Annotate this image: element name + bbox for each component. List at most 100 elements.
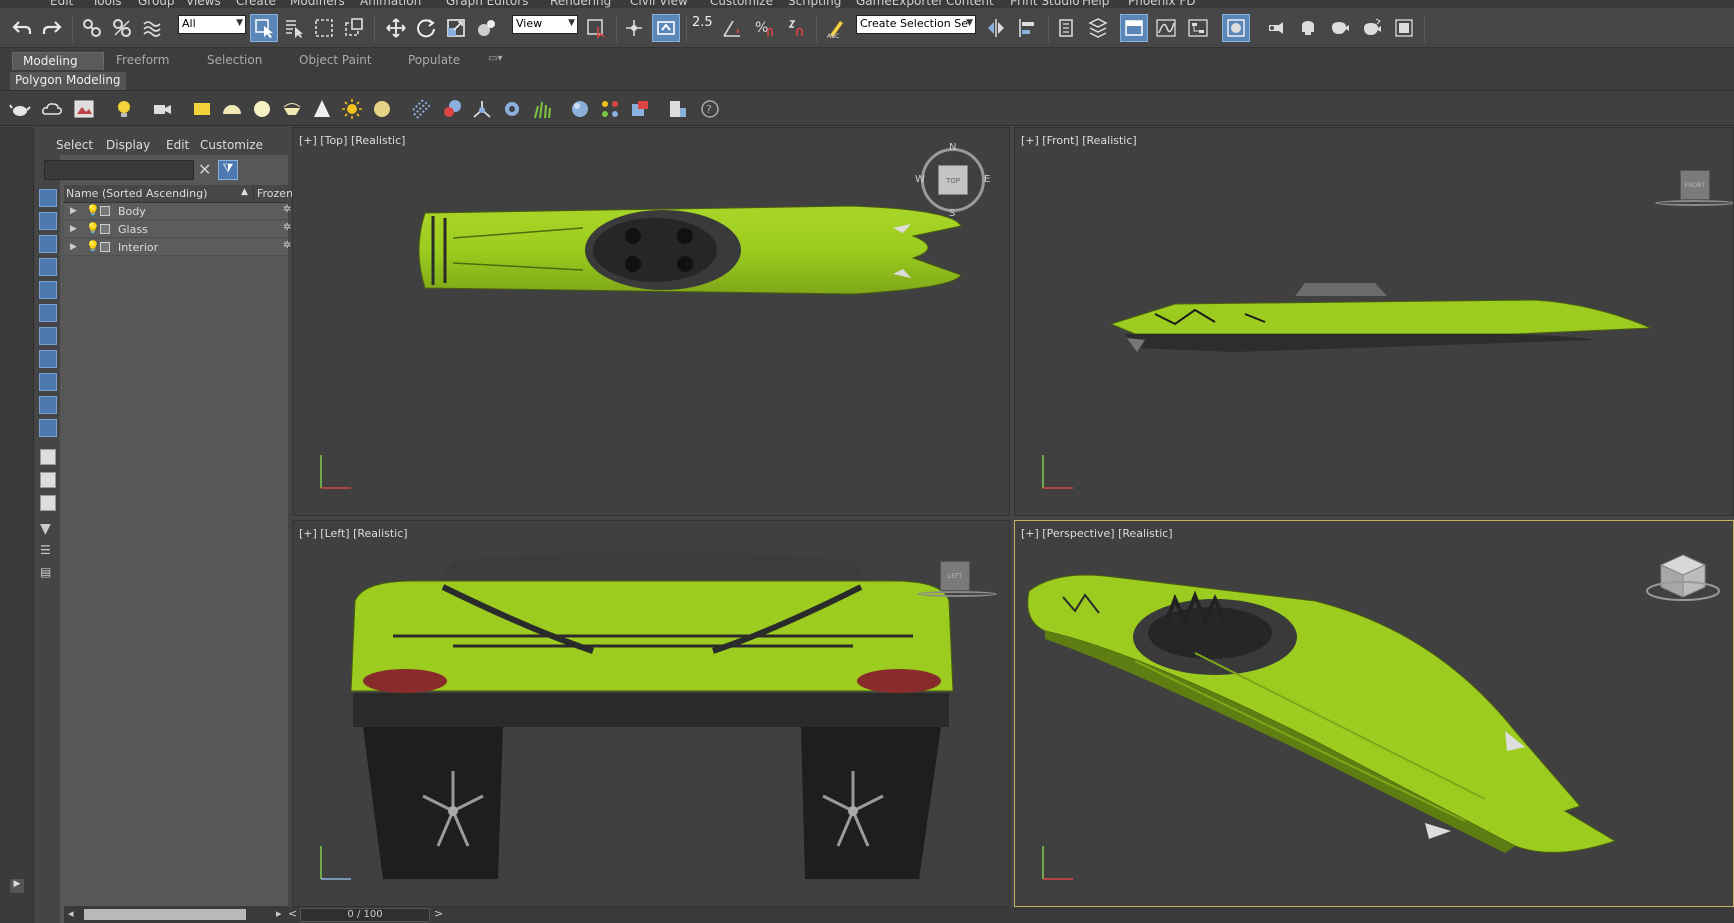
bind-to-space-warp-icon[interactable] [138,14,166,42]
explorer-search-input[interactable] [44,160,194,180]
render-production-icon[interactable] [1326,14,1354,42]
toggle-ribbon-icon[interactable] [1120,14,1148,42]
select-and-scale-icon[interactable] [442,14,470,42]
use-pivot-center-icon[interactable] [582,14,610,42]
menu-edit[interactable]: Edit [50,0,73,8]
render-elements-icon[interactable] [628,97,652,121]
select-and-link-icon[interactable] [78,14,106,42]
viewport-label[interactable]: [+] [Top] [Realistic] [299,134,405,147]
menu-rendering[interactable]: Rendering [550,0,611,8]
display-hidden-icon[interactable] [40,472,56,488]
tab-object-paint[interactable]: Object Paint [289,52,382,70]
image-plane-icon[interactable] [72,97,96,121]
explorer-row-body[interactable]: ▶ 💡 Body ✲ [64,203,291,220]
menu-phoenix-fd[interactable]: Phoenix FD [1128,0,1196,8]
explorer-menu-display[interactable]: Display [106,138,150,152]
edit-named-selection-icon[interactable]: ABC [822,14,850,42]
viewport-label[interactable]: [+] [Front] [Realistic] [1021,134,1137,147]
menu-help[interactable]: Help [1082,0,1109,8]
expand-icon[interactable]: ▶ [70,206,77,216]
display-frozen-icon[interactable] [40,449,56,465]
angle-snap-icon[interactable] [718,14,746,42]
help-icon[interactable]: ? [698,97,722,121]
viewcube-front-face[interactable]: FRONT [1680,170,1710,200]
toggle-scene-explorer-icon[interactable] [1084,14,1112,42]
display-lights-icon[interactable] [39,258,57,276]
viewcube-top-face[interactable]: TOP [938,165,968,195]
viewcube-ring[interactable] [917,591,997,597]
viewport-left[interactable]: [+] [Left] [Realistic] LEFT [292,520,1010,907]
freeze-icon[interactable]: ✲ [283,204,291,215]
explorer-row-interior[interactable]: ▶ 💡 Interior ✲ [64,239,291,256]
align-icon[interactable] [1014,14,1042,42]
named-selection-sets-dropdown[interactable]: Create Selection Se ▼ [856,15,976,34]
material-sphere-icon[interactable] [568,97,592,121]
polygon-modeling-panel[interactable]: Polygon Modeling [10,72,126,90]
gradient-sphere-icon[interactable] [440,97,464,121]
viewport-front[interactable]: [+] [Front] [Realistic] FRONT [1014,127,1734,516]
menu-graph-editors[interactable]: Graph Editors [446,0,528,8]
cone-light-icon[interactable] [310,97,334,121]
reference-coordinate-dropdown[interactable]: View ▼ [512,15,578,34]
filter-icon[interactable]: ▼ [40,521,51,537]
force-field-icon[interactable] [470,97,494,121]
viewcube-3d-icon[interactable] [1643,551,1723,611]
select-object-icon[interactable] [250,14,278,42]
render-setup-icon[interactable] [1262,14,1290,42]
redo-icon[interactable] [38,14,66,42]
menu-content[interactable]: Content [946,0,994,8]
menu-create[interactable]: Create [236,0,276,8]
curve-editor-icon[interactable] [1152,14,1180,42]
freeze-icon[interactable]: ✲ [283,222,291,233]
scroll-left-icon[interactable]: ◂ [68,907,74,920]
filter-options-icon[interactable]: ☰ [40,543,51,557]
menu-scripting[interactable]: Scripting [788,0,841,8]
gear-icon[interactable] [500,97,524,121]
grass-icon[interactable] [530,97,554,121]
menu-civil-view[interactable]: Civil View [630,0,688,8]
viewcube-ring[interactable] [1655,200,1733,206]
explorer-horizontal-scrollbar[interactable]: ◂ ▸ [64,906,288,923]
display-containers-icon[interactable] [39,419,57,437]
unlink-selection-icon[interactable] [108,14,136,42]
display-groups-icon[interactable] [39,350,57,368]
sphere-icon[interactable] [250,97,274,121]
keyboard-shortcut-override-icon[interactable] [652,14,680,42]
display-shapes-icon[interactable] [39,235,57,253]
light-icon[interactable] [114,97,138,121]
select-and-manipulate-icon[interactable] [620,14,648,42]
particle-system-icon[interactable] [410,97,434,121]
light-bulb-icon[interactable]: 💡 [86,204,100,217]
find-filter-icon[interactable]: ⧩ [218,160,238,180]
layer-manager-icon[interactable] [1052,14,1080,42]
expand-icon[interactable]: ▶ [70,242,77,252]
window-crossing-icon[interactable] [340,14,368,42]
multi-material-icon[interactable] [598,97,622,121]
mirror-icon[interactable] [982,14,1010,42]
menu-animation[interactable]: Animation [360,0,421,8]
viewport-label[interactable]: [+] [Perspective] [Realistic] [1021,527,1173,540]
rectangular-selection-region-icon[interactable] [310,14,338,42]
teapot-icon[interactable] [8,97,32,121]
explorer-menu-edit[interactable]: Edit [166,138,189,152]
sun-icon[interactable] [340,97,364,121]
skylight-icon[interactable] [280,97,304,121]
tab-populate[interactable]: Populate [398,52,470,70]
display-children-icon[interactable] [40,495,56,511]
timeline-next-button[interactable]: > [434,907,443,920]
timeline-prev-button[interactable]: < [288,907,297,920]
viewport-label[interactable]: [+] [Left] [Realistic] [299,527,408,540]
dome-light-icon[interactable] [370,97,394,121]
place-object-icon[interactable] [472,14,500,42]
tab-freeform[interactable]: Freeform [106,52,179,70]
cloud-icon[interactable] [40,97,64,121]
selection-filter-dropdown[interactable]: All ▼ [178,15,246,34]
column-name-header[interactable]: Name (Sorted Ascending) [66,187,207,200]
snap-toggle-value[interactable]: 2.5 [692,15,713,30]
expand-arrow-icon[interactable]: ▶ [10,879,24,893]
rendered-frame-window-icon[interactable] [1294,14,1322,42]
sort-options-icon[interactable]: ▤ [40,565,51,579]
time-slider[interactable]: 0 / 100 [300,908,430,922]
menu-print-studio[interactable]: Print Studio [1010,0,1080,8]
frame-buffer-icon[interactable] [666,97,690,121]
